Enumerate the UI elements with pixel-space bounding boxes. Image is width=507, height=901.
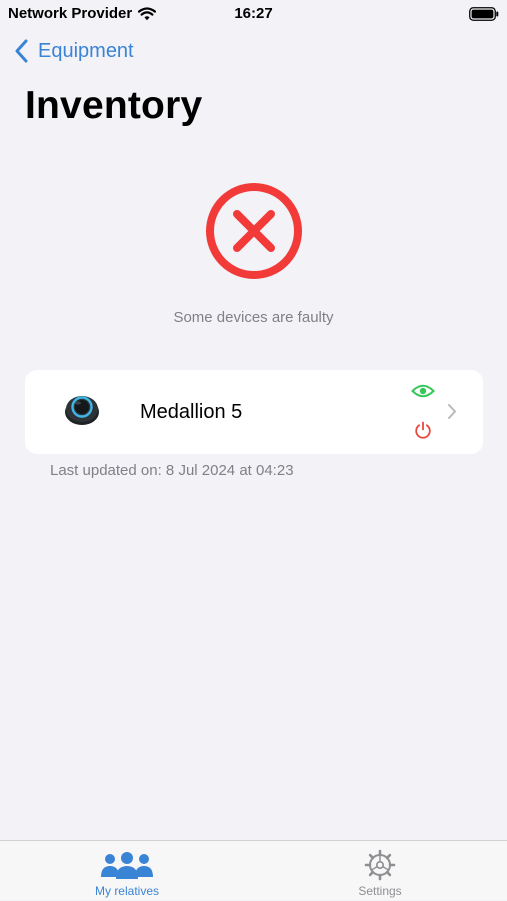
device-card[interactable]: Medallion 5 — [25, 370, 483, 454]
tab-settings[interactable]: Settings — [253, 841, 507, 901]
last-updated-text: Last updated on: 8 Jul 2024 at 04:23 — [50, 462, 294, 479]
battery-icon — [469, 7, 499, 21]
chevron-right-icon — [448, 404, 456, 419]
power-icon — [415, 421, 431, 439]
error-x-circle-icon — [206, 183, 302, 279]
tab-bar: My relatives Settings — [0, 840, 507, 900]
back-button[interactable]: Equipment — [14, 39, 134, 63]
tab-my-relatives[interactable]: My relatives — [0, 841, 254, 901]
clock: 16:27 — [234, 5, 273, 22]
tab-label: Settings — [358, 884, 402, 898]
people-icon — [101, 852, 153, 879]
page-title: Inventory — [25, 84, 203, 127]
status-bar: Network Provider 16:27 — [0, 0, 507, 30]
eye-icon — [411, 384, 435, 398]
gear-icon — [364, 849, 396, 881]
medallion-device-image — [65, 396, 99, 425]
back-label: Equipment — [38, 39, 134, 62]
status-message: Some devices are faulty — [173, 309, 334, 326]
device-name: Medallion 5 — [140, 401, 243, 423]
tab-label: My relatives — [94, 884, 159, 898]
chevron-left-icon — [15, 39, 28, 63]
